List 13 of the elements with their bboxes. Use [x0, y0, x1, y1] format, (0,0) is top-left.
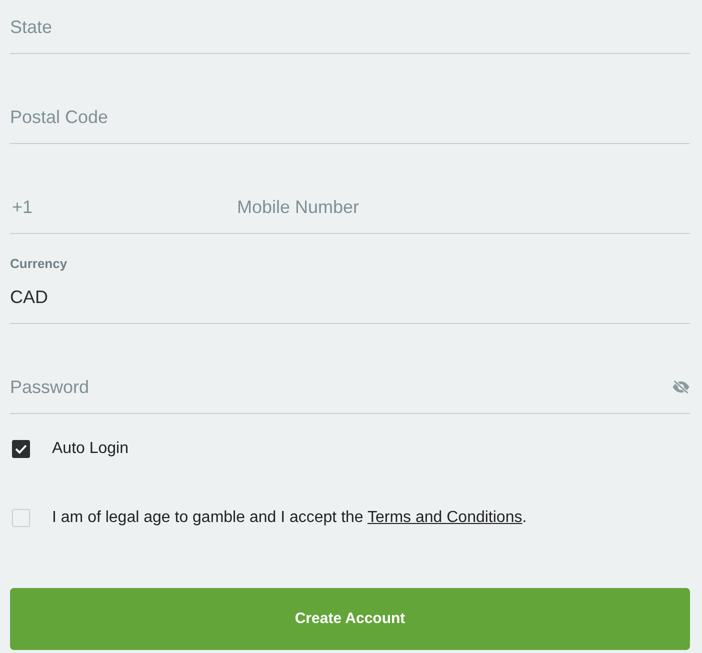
password-field[interactable]: Password	[10, 373, 664, 401]
text-field[interactable]: State	[10, 13, 690, 41]
mobile-number-field[interactable]: Mobile Number	[237, 193, 690, 221]
hide-password-icon[interactable]	[672, 380, 690, 394]
checkbox[interactable]	[12, 440, 30, 458]
text-field[interactable]: Postal Code	[10, 103, 690, 131]
checkbox[interactable]	[12, 509, 30, 527]
currency-select[interactable]: CAD	[10, 283, 48, 311]
checkbox-label: Auto Login	[52, 439, 129, 459]
field-label: Currency	[10, 254, 68, 273]
country-code: +1	[11, 196, 34, 219]
checkbox-label: I am of legal age to gamble and I accept the Terms and Conditions.	[52, 508, 527, 528]
terms-link[interactable]: Terms and Conditions	[367, 509, 522, 526]
